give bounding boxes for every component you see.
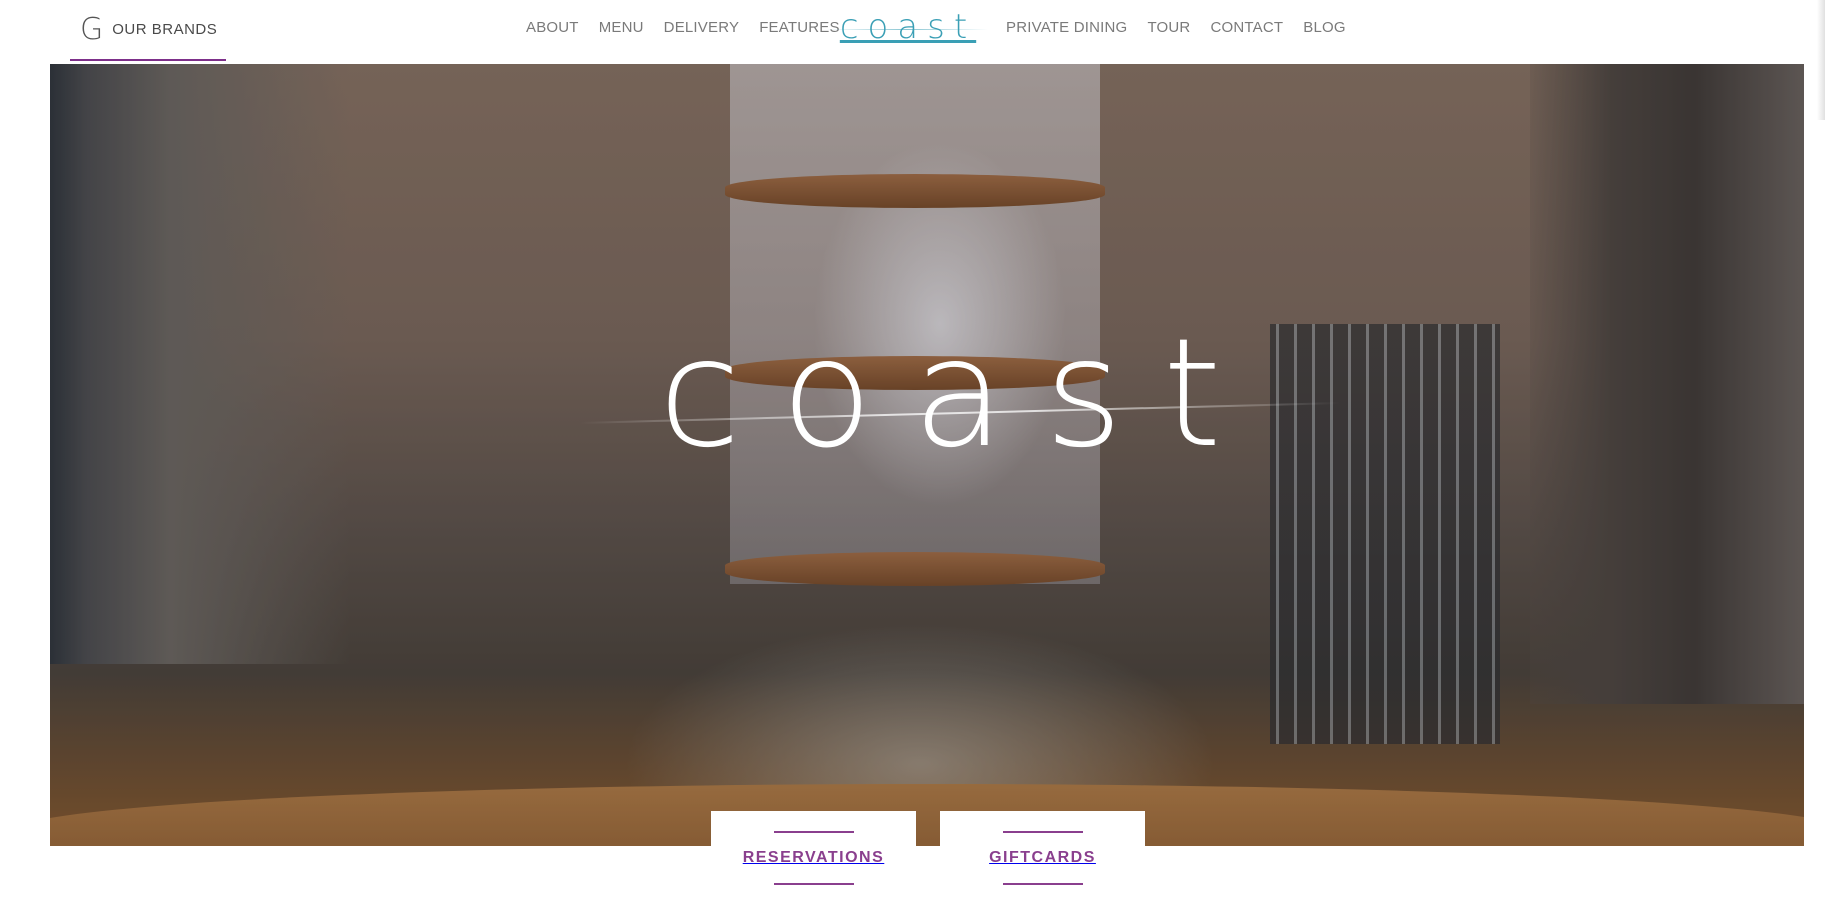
nav-delivery[interactable]: DELIVERY bbox=[664, 19, 740, 36]
giftcards-rule-bottom bbox=[1002, 882, 1083, 885]
our-brands-button[interactable]: G OUR BRANDS bbox=[70, 0, 226, 61]
scrollbar-edge bbox=[1817, 0, 1825, 120]
nav-private-dining[interactable]: PRIVATE DINING bbox=[1006, 19, 1127, 36]
brands-g-icon: G bbox=[80, 11, 104, 47]
hero-logo-text: coast bbox=[658, 307, 1262, 481]
reservations-button[interactable]: RESERVATIONS bbox=[711, 811, 916, 904]
header-logo[interactable]: coast bbox=[826, 4, 988, 50]
hero-logo: coast bbox=[580, 307, 1340, 481]
hero-image: coast bbox=[50, 64, 1804, 846]
reservations-rule-top bbox=[773, 830, 854, 833]
nav-tour[interactable]: TOUR bbox=[1147, 19, 1190, 36]
giftcards-rule-top bbox=[1002, 830, 1083, 833]
reservations-rule-bottom bbox=[773, 882, 854, 885]
site-header: G OUR BRANDS ABOUT MENU DELIVERY FEATURE… bbox=[0, 0, 1825, 64]
nav-blog[interactable]: BLOG bbox=[1303, 19, 1345, 36]
giftcards-label: GIFTCARDS bbox=[989, 848, 1096, 866]
header-logo-text: coast bbox=[839, 7, 977, 47]
main-nav-left: ABOUT MENU DELIVERY FEATURES bbox=[526, 19, 840, 36]
logo-streak bbox=[826, 29, 988, 30]
nav-features[interactable]: FEATURES bbox=[759, 19, 840, 36]
main-nav-right: PRIVATE DINING TOUR CONTACT BLOG bbox=[1006, 19, 1346, 36]
nav-about[interactable]: ABOUT bbox=[526, 19, 579, 36]
our-brands-label: OUR BRANDS bbox=[112, 21, 218, 38]
nav-menu[interactable]: MENU bbox=[599, 19, 644, 36]
nav-contact[interactable]: CONTACT bbox=[1210, 19, 1283, 36]
reservations-label: RESERVATIONS bbox=[742, 848, 885, 866]
giftcards-button[interactable]: GIFTCARDS bbox=[940, 811, 1145, 904]
